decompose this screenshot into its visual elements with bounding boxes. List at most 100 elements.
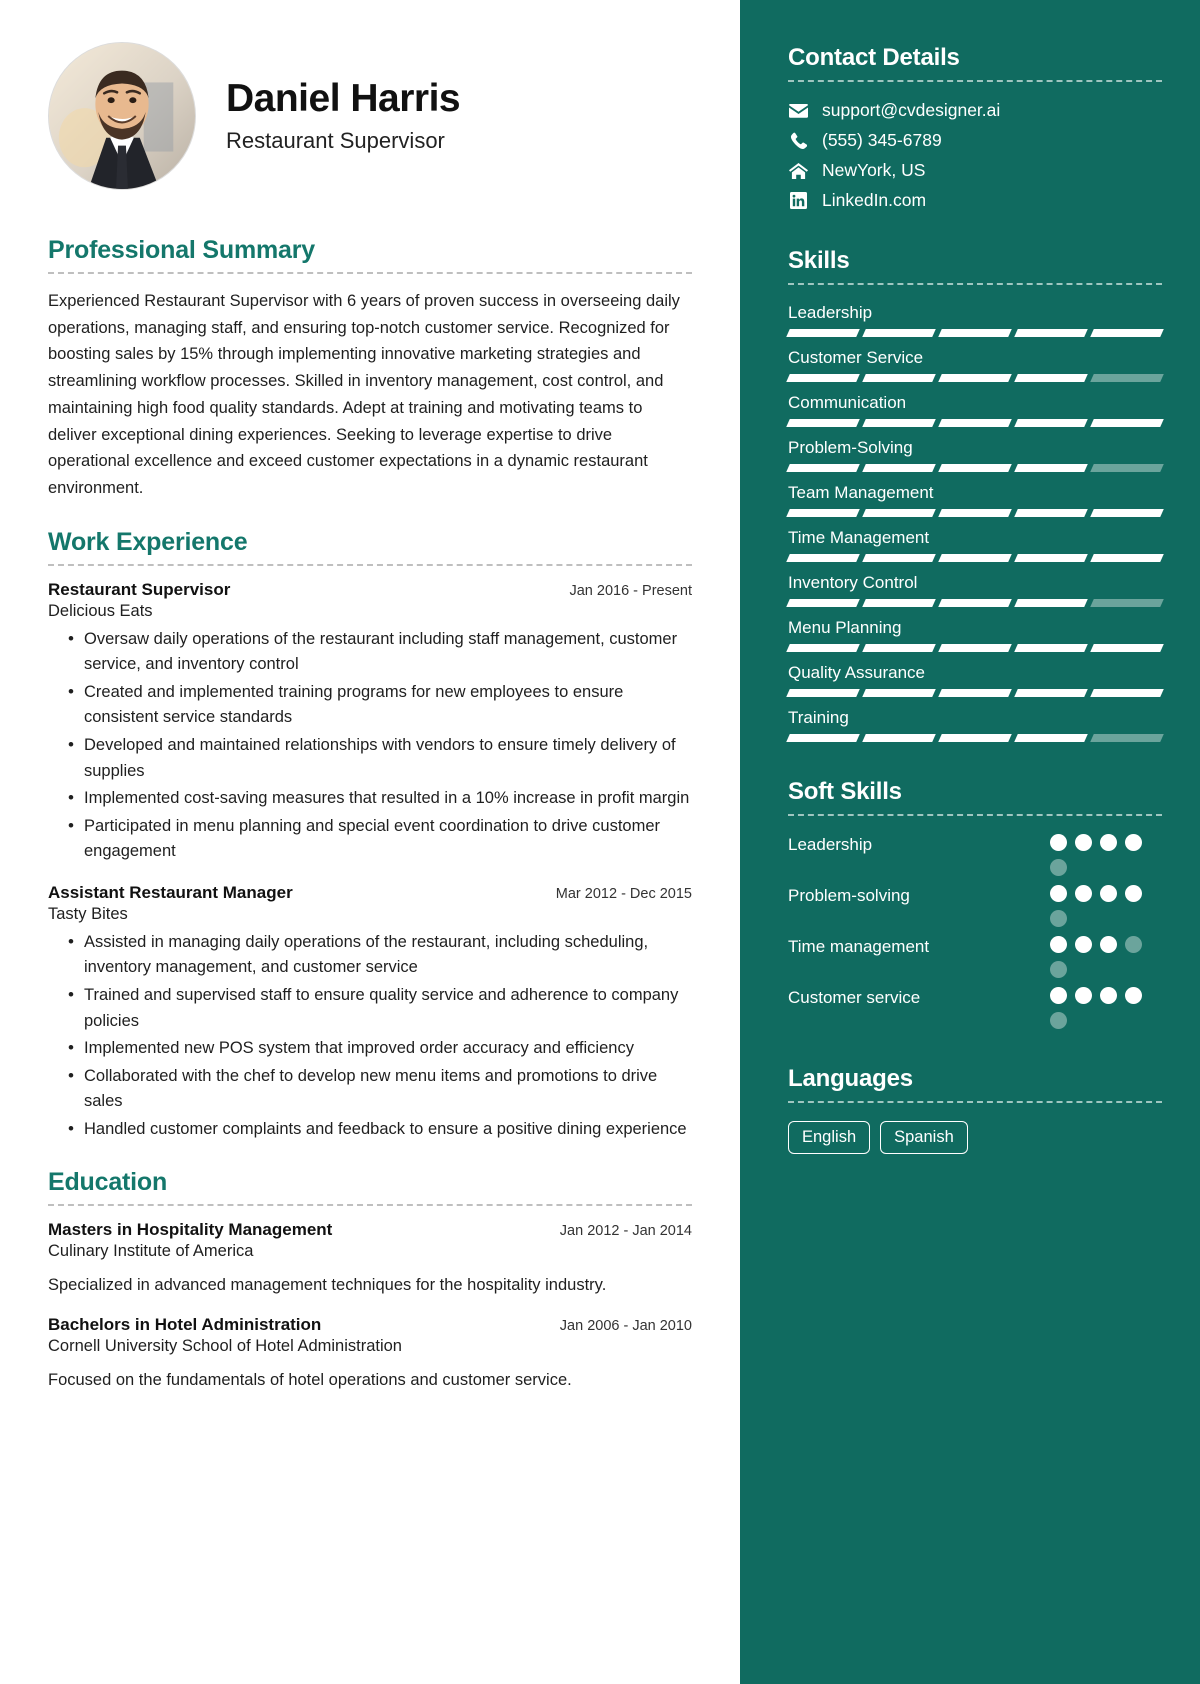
languages-list: English Spanish xyxy=(788,1121,1162,1154)
skill-item: Problem-Solving xyxy=(786,438,1164,472)
skill-segment xyxy=(1090,599,1164,607)
soft-skill-label: Leadership xyxy=(788,835,873,854)
section-heading-summary: Professional Summary xyxy=(48,236,315,264)
list-item: Developed and maintained relationships w… xyxy=(48,732,692,784)
rating-dot xyxy=(1050,961,1067,978)
section-heading-languages: Languages xyxy=(788,1065,913,1092)
skill-level-bar xyxy=(786,464,1164,472)
divider xyxy=(48,272,692,274)
profile-role: Restaurant Supervisor xyxy=(226,128,445,154)
job-organization: Delicious Eats xyxy=(48,601,153,620)
skill-level-bar xyxy=(786,644,1164,652)
skill-segment xyxy=(862,644,936,652)
skill-segment xyxy=(862,329,936,337)
skill-segment xyxy=(1090,734,1164,742)
identity-block: Daniel Harris Restaurant Supervisor xyxy=(226,76,461,155)
skill-segment xyxy=(1090,374,1164,382)
education-description: Focused on the fundamentals of hotel ope… xyxy=(48,1370,572,1389)
skill-segment xyxy=(1014,734,1088,742)
contact-value-email: support@cvdesigner.ai xyxy=(822,100,1001,120)
rating-dot xyxy=(1100,885,1117,902)
education-school: Culinary Institute of America xyxy=(48,1242,254,1261)
page-title: Daniel Harris xyxy=(226,76,461,120)
divider xyxy=(788,814,1162,816)
education-description: Specialized in advanced management techn… xyxy=(48,1276,607,1295)
skill-segment xyxy=(1014,419,1088,427)
section-heading-skills: Skills xyxy=(788,247,850,274)
section-professional-summary: Professional Summary Experienced Restaur… xyxy=(48,236,692,502)
soft-skill-rating xyxy=(1050,885,1162,927)
rating-dot xyxy=(1075,834,1092,851)
skill-item: Leadership xyxy=(786,303,1164,337)
skill-segment xyxy=(938,689,1012,697)
divider xyxy=(788,1101,1162,1103)
rating-dot xyxy=(1125,936,1142,953)
skill-level-bar xyxy=(786,554,1164,562)
skill-level-bar xyxy=(786,374,1164,382)
job-date: Mar 2012 - Dec 2015 xyxy=(555,885,692,902)
list-item: Collaborated with the chef to develop ne… xyxy=(48,1063,692,1115)
skill-segment xyxy=(938,464,1012,472)
rating-dot xyxy=(1050,936,1067,953)
section-skills: Skills Leadership Customer Service Communi… xyxy=(786,247,1164,742)
rating-dot xyxy=(1100,834,1117,851)
soft-skill-label: Time management xyxy=(788,937,930,956)
skill-segment xyxy=(1014,509,1088,517)
section-contact-details: Contact Details support@cvdesigner.ai (5… xyxy=(788,44,1162,211)
job-header: Assistant Restaurant Manager Mar 2012 - … xyxy=(48,883,692,903)
rating-dot xyxy=(1125,834,1142,851)
language-pill: Spanish xyxy=(880,1121,968,1154)
home-icon xyxy=(788,162,808,179)
section-work-experience: Work Experience Restaurant Supervisor Ja… xyxy=(48,528,692,1143)
contact-item-location[interactable]: NewYork, US xyxy=(788,160,1162,181)
skill-segment xyxy=(862,509,936,517)
soft-skill-item: Leadership xyxy=(788,834,1162,876)
rating-dot xyxy=(1050,834,1067,851)
soft-skill-label: Customer service xyxy=(788,988,921,1007)
skill-label: Customer Service xyxy=(788,348,924,367)
job-entry: Assistant Restaurant Manager Mar 2012 - … xyxy=(48,883,692,1143)
sidebar: Contact Details support@cvdesigner.ai (5… xyxy=(740,0,1200,1684)
section-heading-contact: Contact Details xyxy=(788,44,960,71)
contact-item-linkedin[interactable]: LinkedIn.com xyxy=(788,190,1162,211)
section-education: Education Masters in Hospitality Managem… xyxy=(48,1168,692,1393)
list-item: Implemented new POS system that improved… xyxy=(48,1035,692,1062)
skill-segment xyxy=(786,644,860,652)
skill-level-bar xyxy=(786,509,1164,517)
soft-skill-rating xyxy=(1050,936,1162,978)
divider xyxy=(48,1204,692,1207)
skill-level-bar xyxy=(786,419,1164,427)
skill-item: Team Management xyxy=(786,483,1164,517)
education-entry: Bachelors in Hotel Administration Jan 20… xyxy=(48,1315,692,1394)
rating-dot xyxy=(1075,885,1092,902)
skill-label: Time Management xyxy=(788,528,930,547)
skill-segment xyxy=(1090,419,1164,427)
soft-skill-item: Customer service xyxy=(788,987,1162,1029)
skill-segment xyxy=(786,329,860,337)
skill-segment xyxy=(938,374,1012,382)
job-date: Jan 2016 - Present xyxy=(569,582,692,599)
rating-dot xyxy=(1050,910,1067,927)
skill-segment xyxy=(786,419,860,427)
contact-item-email[interactable]: support@cvdesigner.ai xyxy=(788,100,1162,121)
soft-skill-item: Problem-solving xyxy=(788,885,1162,927)
skill-label: Communication xyxy=(788,393,907,412)
contact-item-phone[interactable]: (555) 345-6789 xyxy=(788,130,1162,151)
job-title: Assistant Restaurant Manager xyxy=(48,882,293,902)
soft-skills-list: Leadership Problem-solving Time management… xyxy=(788,834,1162,1029)
skill-segment xyxy=(938,644,1012,652)
rating-dot xyxy=(1125,885,1142,902)
skill-item: Training xyxy=(786,708,1164,742)
skill-label: Menu Planning xyxy=(788,618,902,637)
education-header: Bachelors in Hotel Administration Jan 20… xyxy=(48,1315,692,1335)
rating-dot xyxy=(1100,987,1117,1004)
job-bullet-list: Assisted in managing daily operations of… xyxy=(48,929,692,1143)
section-heading-soft-skills: Soft Skills xyxy=(788,778,902,805)
skill-segment xyxy=(1090,689,1164,697)
contact-value-location: NewYork, US xyxy=(822,160,926,180)
skill-segment xyxy=(862,599,936,607)
skill-segment xyxy=(862,734,936,742)
skill-label: Problem-Solving xyxy=(788,438,913,457)
skill-item: Menu Planning xyxy=(786,618,1164,652)
skill-label: Leadership xyxy=(788,303,873,322)
